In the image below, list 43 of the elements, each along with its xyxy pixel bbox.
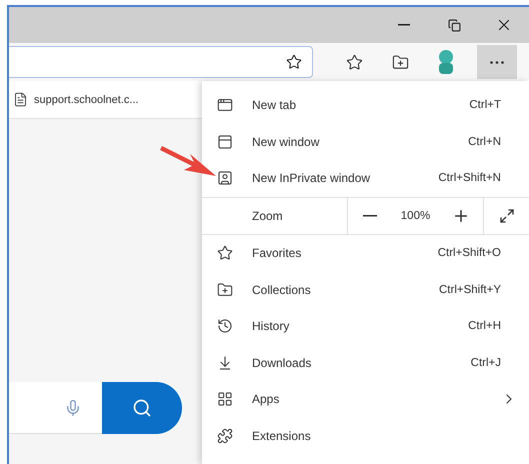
page-icon (13, 92, 28, 107)
shortcut-label: Ctrl+J (470, 356, 501, 369)
zoom-value: 100% (400, 210, 430, 222)
search-field[interactable] (9, 382, 102, 434)
menu-item[interactable]: Collections Ctrl+Shift+Y (202, 271, 529, 308)
menu-item[interactable]: Extensions (202, 418, 529, 454)
avatar-icon (436, 49, 456, 75)
history-icon (217, 318, 233, 334)
menu-item[interactable]: Downloads Ctrl+J (202, 344, 529, 382)
minimize-icon (398, 24, 410, 26)
menu-item[interactable]: New InPrivate window Ctrl+Shift+N (202, 160, 529, 197)
favorites-icon (217, 245, 233, 262)
window-icon (217, 134, 233, 150)
shortcut-label: Ctrl+Shift+Y (439, 284, 501, 296)
add-favorite-icon[interactable] (286, 54, 302, 70)
favorite-link[interactable]: support.schoolnet.c... (9, 81, 202, 119)
shortcut-label: Ctrl+T (469, 99, 501, 112)
tab-icon (217, 97, 233, 114)
menu-item[interactable]: Favorites Ctrl+Shift+O (202, 234, 529, 272)
star-icon (346, 54, 362, 70)
shortcut-label: Ctrl+Shift+O (438, 247, 501, 260)
collections-icon (217, 282, 233, 298)
restore-icon (448, 18, 460, 32)
address-field[interactable] (9, 46, 313, 78)
private-window-icon (217, 170, 233, 186)
zoom-label: Zoom (202, 198, 348, 234)
more-icon (490, 60, 504, 64)
search-button[interactable] (102, 382, 182, 434)
menu-item[interactable]: Apps (202, 381, 529, 418)
minus-icon (362, 214, 377, 217)
microphone-icon (64, 398, 82, 416)
apps-icon (217, 391, 233, 408)
menu-item[interactable]: History Ctrl+H (202, 308, 529, 345)
shortcut-label: Ctrl+N (468, 136, 501, 148)
puzzle-icon (217, 428, 233, 444)
menu-item[interactable]: New tab Ctrl+T (202, 87, 529, 124)
download-icon (217, 354, 233, 371)
shortcut-label: Ctrl+Shift+N (438, 172, 501, 184)
shortcut-label: Ctrl+H (468, 320, 501, 332)
search-icon (132, 398, 152, 418)
expand-icon (498, 208, 514, 224)
collections-icon (392, 54, 408, 70)
menu-item[interactable]: New window Ctrl+N (202, 124, 529, 160)
